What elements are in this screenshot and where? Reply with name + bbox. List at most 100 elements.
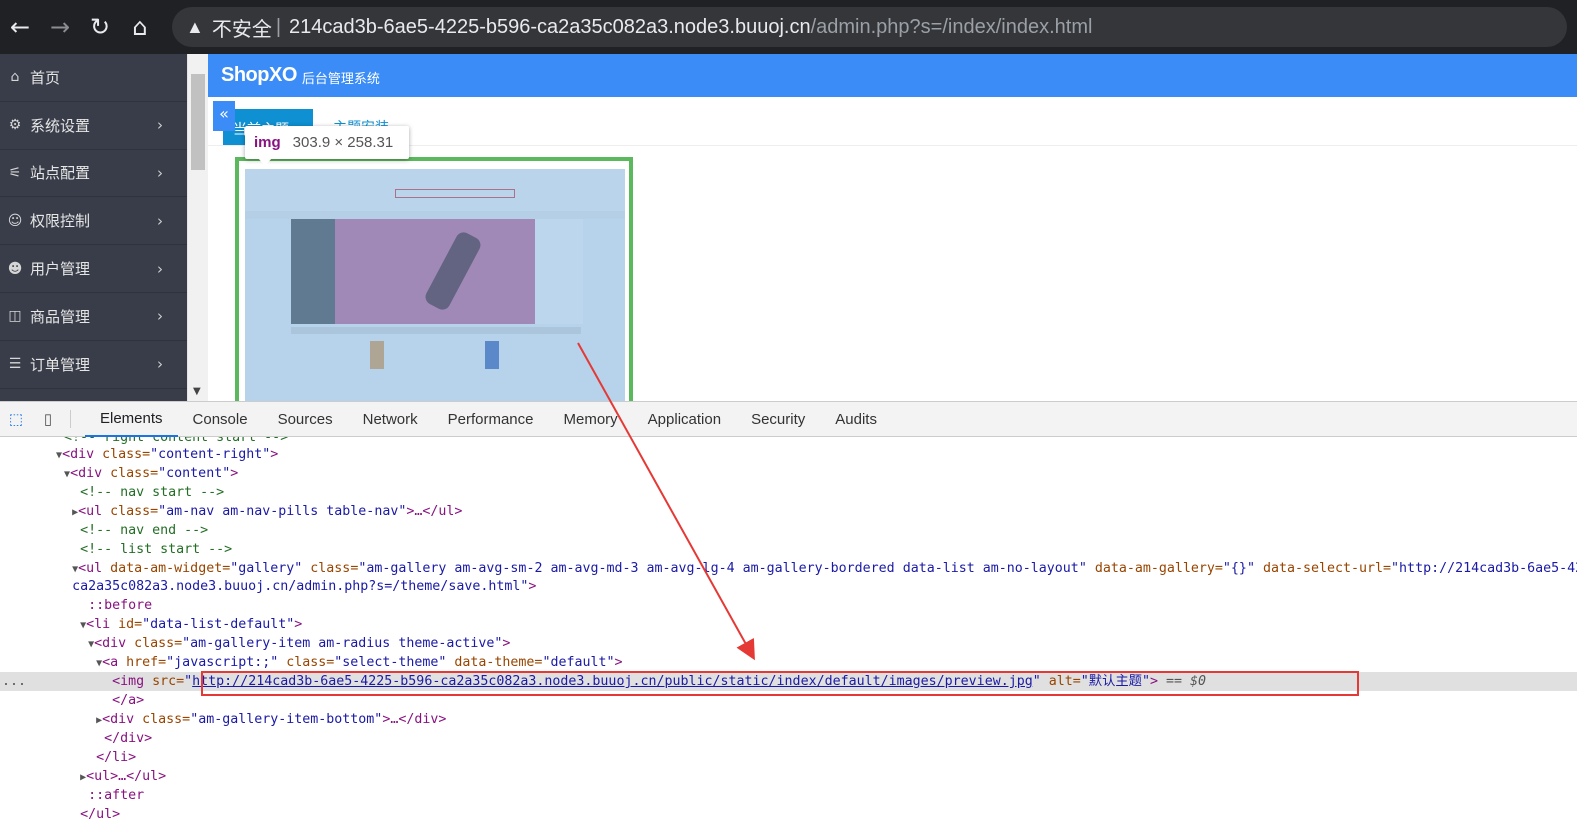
dom-tag: <ul xyxy=(78,504,103,519)
sidebar-item-orders[interactable]: ☰ 订单管理 › xyxy=(0,341,187,389)
dom-attr: class= xyxy=(102,504,159,519)
sidebar-item-label: 站点配置 xyxy=(30,164,91,183)
dom-line[interactable]: ▶<ul>…</ul> xyxy=(0,767,1577,786)
collapse-sidebar-icon[interactable]: « xyxy=(213,101,235,131)
scroll-down-arrow-icon[interactable]: ▼ xyxy=(193,386,201,397)
sidebar-item-label: 首页 xyxy=(30,68,61,87)
chevron-right-icon: › xyxy=(157,211,163,230)
dom-line[interactable]: ▼<div class="content"> xyxy=(0,464,1577,483)
theme-gallery-item[interactable] xyxy=(235,157,633,407)
dom-line[interactable]: ▼<li id="data-list-default"> xyxy=(0,615,1577,634)
annotation-highlight-box xyxy=(201,671,1359,696)
dom-value: "am-gallery-item am-radius theme-active" xyxy=(182,636,503,651)
dom-line[interactable]: <!-- nav start --> xyxy=(0,483,1577,502)
dom-attr: class= xyxy=(94,447,151,462)
dom-line[interactable]: ▼<div class="content-right"> xyxy=(0,445,1577,464)
dom-attr: data-am-gallery= xyxy=(1086,561,1223,576)
tooltip-pointer xyxy=(258,158,272,166)
dom-tag: </ul> xyxy=(80,807,121,820)
dom-attr: class= xyxy=(134,712,191,727)
dom-tag: <div xyxy=(94,636,127,651)
dom-line[interactable]: ca2a35c082a3.node3.buuoj.cn/admin.php?s=… xyxy=(0,577,1577,596)
url-host: 214cad3b-6ae5-4225-b596-ca2a35c082a3.nod… xyxy=(289,15,811,38)
dom-value: "http://214cad3b-6ae5-4225-b596- xyxy=(1391,561,1577,576)
inspect-cursor-icon[interactable]: ⬚ xyxy=(0,402,32,436)
sidebar-item-users[interactable]: ☻ 用户管理 › xyxy=(0,245,187,293)
dom-line[interactable]: </ul> xyxy=(0,805,1577,820)
dom-comment: <!-- right content start --> xyxy=(64,437,289,445)
dom-line[interactable]: ▼<div class="am-gallery-item am-radius t… xyxy=(0,634,1577,653)
device-toggle-icon[interactable]: ▯ xyxy=(32,402,64,436)
sidebar-item-permissions[interactable]: ☺ 权限控制 › xyxy=(0,197,187,246)
sidebar-item-home[interactable]: ⌂ 首页 xyxy=(0,54,187,102)
sidebar-item-site-config[interactable]: ⚟ 站点配置 › xyxy=(0,150,187,198)
tab-sources[interactable]: Sources xyxy=(263,402,348,437)
dom-attr: class= xyxy=(126,636,183,651)
dom-value: ca2a35c082a3.node3.buuoj.cn/admin.php?s=… xyxy=(72,579,529,594)
gear-icon: ⚙ xyxy=(8,117,22,134)
dom-tag: >…</div> xyxy=(382,712,447,727)
reload-icon[interactable]: ↻ xyxy=(80,0,120,54)
dom-tag: > xyxy=(294,617,303,632)
tooltip-dimensions: 303.9 × 258.31 xyxy=(292,134,394,151)
dom-tag: > xyxy=(614,655,623,670)
dom-value: "default" xyxy=(542,655,615,670)
dom-tag: </div> xyxy=(104,731,153,746)
dom-line[interactable]: </li> xyxy=(0,748,1577,767)
dom-line[interactable]: ▼<a href="javascript:;" class="select-th… xyxy=(0,653,1577,672)
dom-tag: > xyxy=(502,636,511,651)
tab-memory[interactable]: Memory xyxy=(549,402,633,437)
tab-network[interactable]: Network xyxy=(348,402,433,437)
dom-line[interactable]: ▶<ul class="am-nav am-nav-pills table-na… xyxy=(0,502,1577,521)
dom-tag: <ul xyxy=(78,561,103,576)
brand-logo: ShopXO xyxy=(221,64,297,86)
divider xyxy=(70,410,71,428)
admin-sidebar: ⌂ 首页 ⚙ 系统设置 › ⚟ 站点配置 › ☺ 权限控制 › ☻ 用户管理 ›… xyxy=(0,54,187,401)
dom-line[interactable]: </div> xyxy=(0,729,1577,748)
dom-attr: data-theme= xyxy=(446,655,543,670)
forward-arrow-icon[interactable]: → xyxy=(40,0,80,54)
home-button-icon[interactable]: ⌂ xyxy=(120,0,160,54)
sidebar-item-system-settings[interactable]: ⚙ 系统设置 › xyxy=(0,102,187,150)
home-icon: ⌂ xyxy=(10,69,20,86)
tab-security[interactable]: Security xyxy=(736,402,820,437)
address-separator: | xyxy=(275,15,282,38)
dom-comment: <!-- nav start --> xyxy=(80,485,225,500)
back-arrow-icon[interactable]: ← xyxy=(0,0,40,54)
dom-tag: <img xyxy=(112,674,145,689)
dom-tag: > xyxy=(528,579,537,594)
dom-line[interactable]: ::before xyxy=(0,596,1577,615)
dom-line[interactable]: ▶<div class="am-gallery-item-bottom">…</… xyxy=(0,710,1577,729)
chevron-right-icon: › xyxy=(157,307,163,326)
dom-pseudo: ::after xyxy=(88,788,145,803)
tab-application[interactable]: Application xyxy=(633,402,736,437)
dom-tag: > xyxy=(230,466,239,481)
tab-audits[interactable]: Audits xyxy=(820,402,892,437)
dom-attr: data-am-widget= xyxy=(102,561,231,576)
theme-tabs: 当前主题 « 主题安装 xyxy=(208,97,1577,146)
theme-preview-image[interactable] xyxy=(245,169,625,405)
scrollbar-thumb[interactable] xyxy=(191,74,205,170)
dom-tag: </a> xyxy=(112,693,145,708)
brand-subtitle: 后台管理系统 xyxy=(301,72,380,87)
dom-line[interactable]: ::after xyxy=(0,786,1577,805)
dom-value: "data-list-default" xyxy=(142,617,295,632)
dom-line[interactable]: <!-- nav end --> xyxy=(0,521,1577,540)
dom-tag: > xyxy=(270,447,279,462)
address-bar[interactable]: ▲ 不安全 | 214cad3b-6ae5-4225-b596-ca2a35c0… xyxy=(172,7,1567,47)
tab-elements[interactable]: Elements xyxy=(85,402,178,437)
more-options-icon[interactable]: ... xyxy=(2,672,26,691)
list-icon: ☰ xyxy=(8,356,22,373)
dom-attr: src= xyxy=(144,674,185,689)
browser-toolbar: ← → ↻ ⌂ ▲ 不安全 | 214cad3b-6ae5-4225-b596-… xyxy=(0,0,1577,54)
sidebar-scrollbar[interactable]: ▼ xyxy=(187,54,208,401)
users-icon: ☻ xyxy=(7,260,23,277)
sidebar-item-goods[interactable]: ◫ 商品管理 › xyxy=(0,293,187,341)
tab-performance[interactable]: Performance xyxy=(433,402,549,437)
dom-line[interactable]: ▼<ul data-am-widget="gallery" class="am-… xyxy=(0,559,1577,578)
dom-line[interactable]: <!-- list start --> xyxy=(0,540,1577,559)
dom-attr: class= xyxy=(302,561,359,576)
tab-console[interactable]: Console xyxy=(178,402,263,437)
sidebar-item-label: 权限控制 xyxy=(30,212,91,231)
dom-value: " xyxy=(184,674,193,689)
